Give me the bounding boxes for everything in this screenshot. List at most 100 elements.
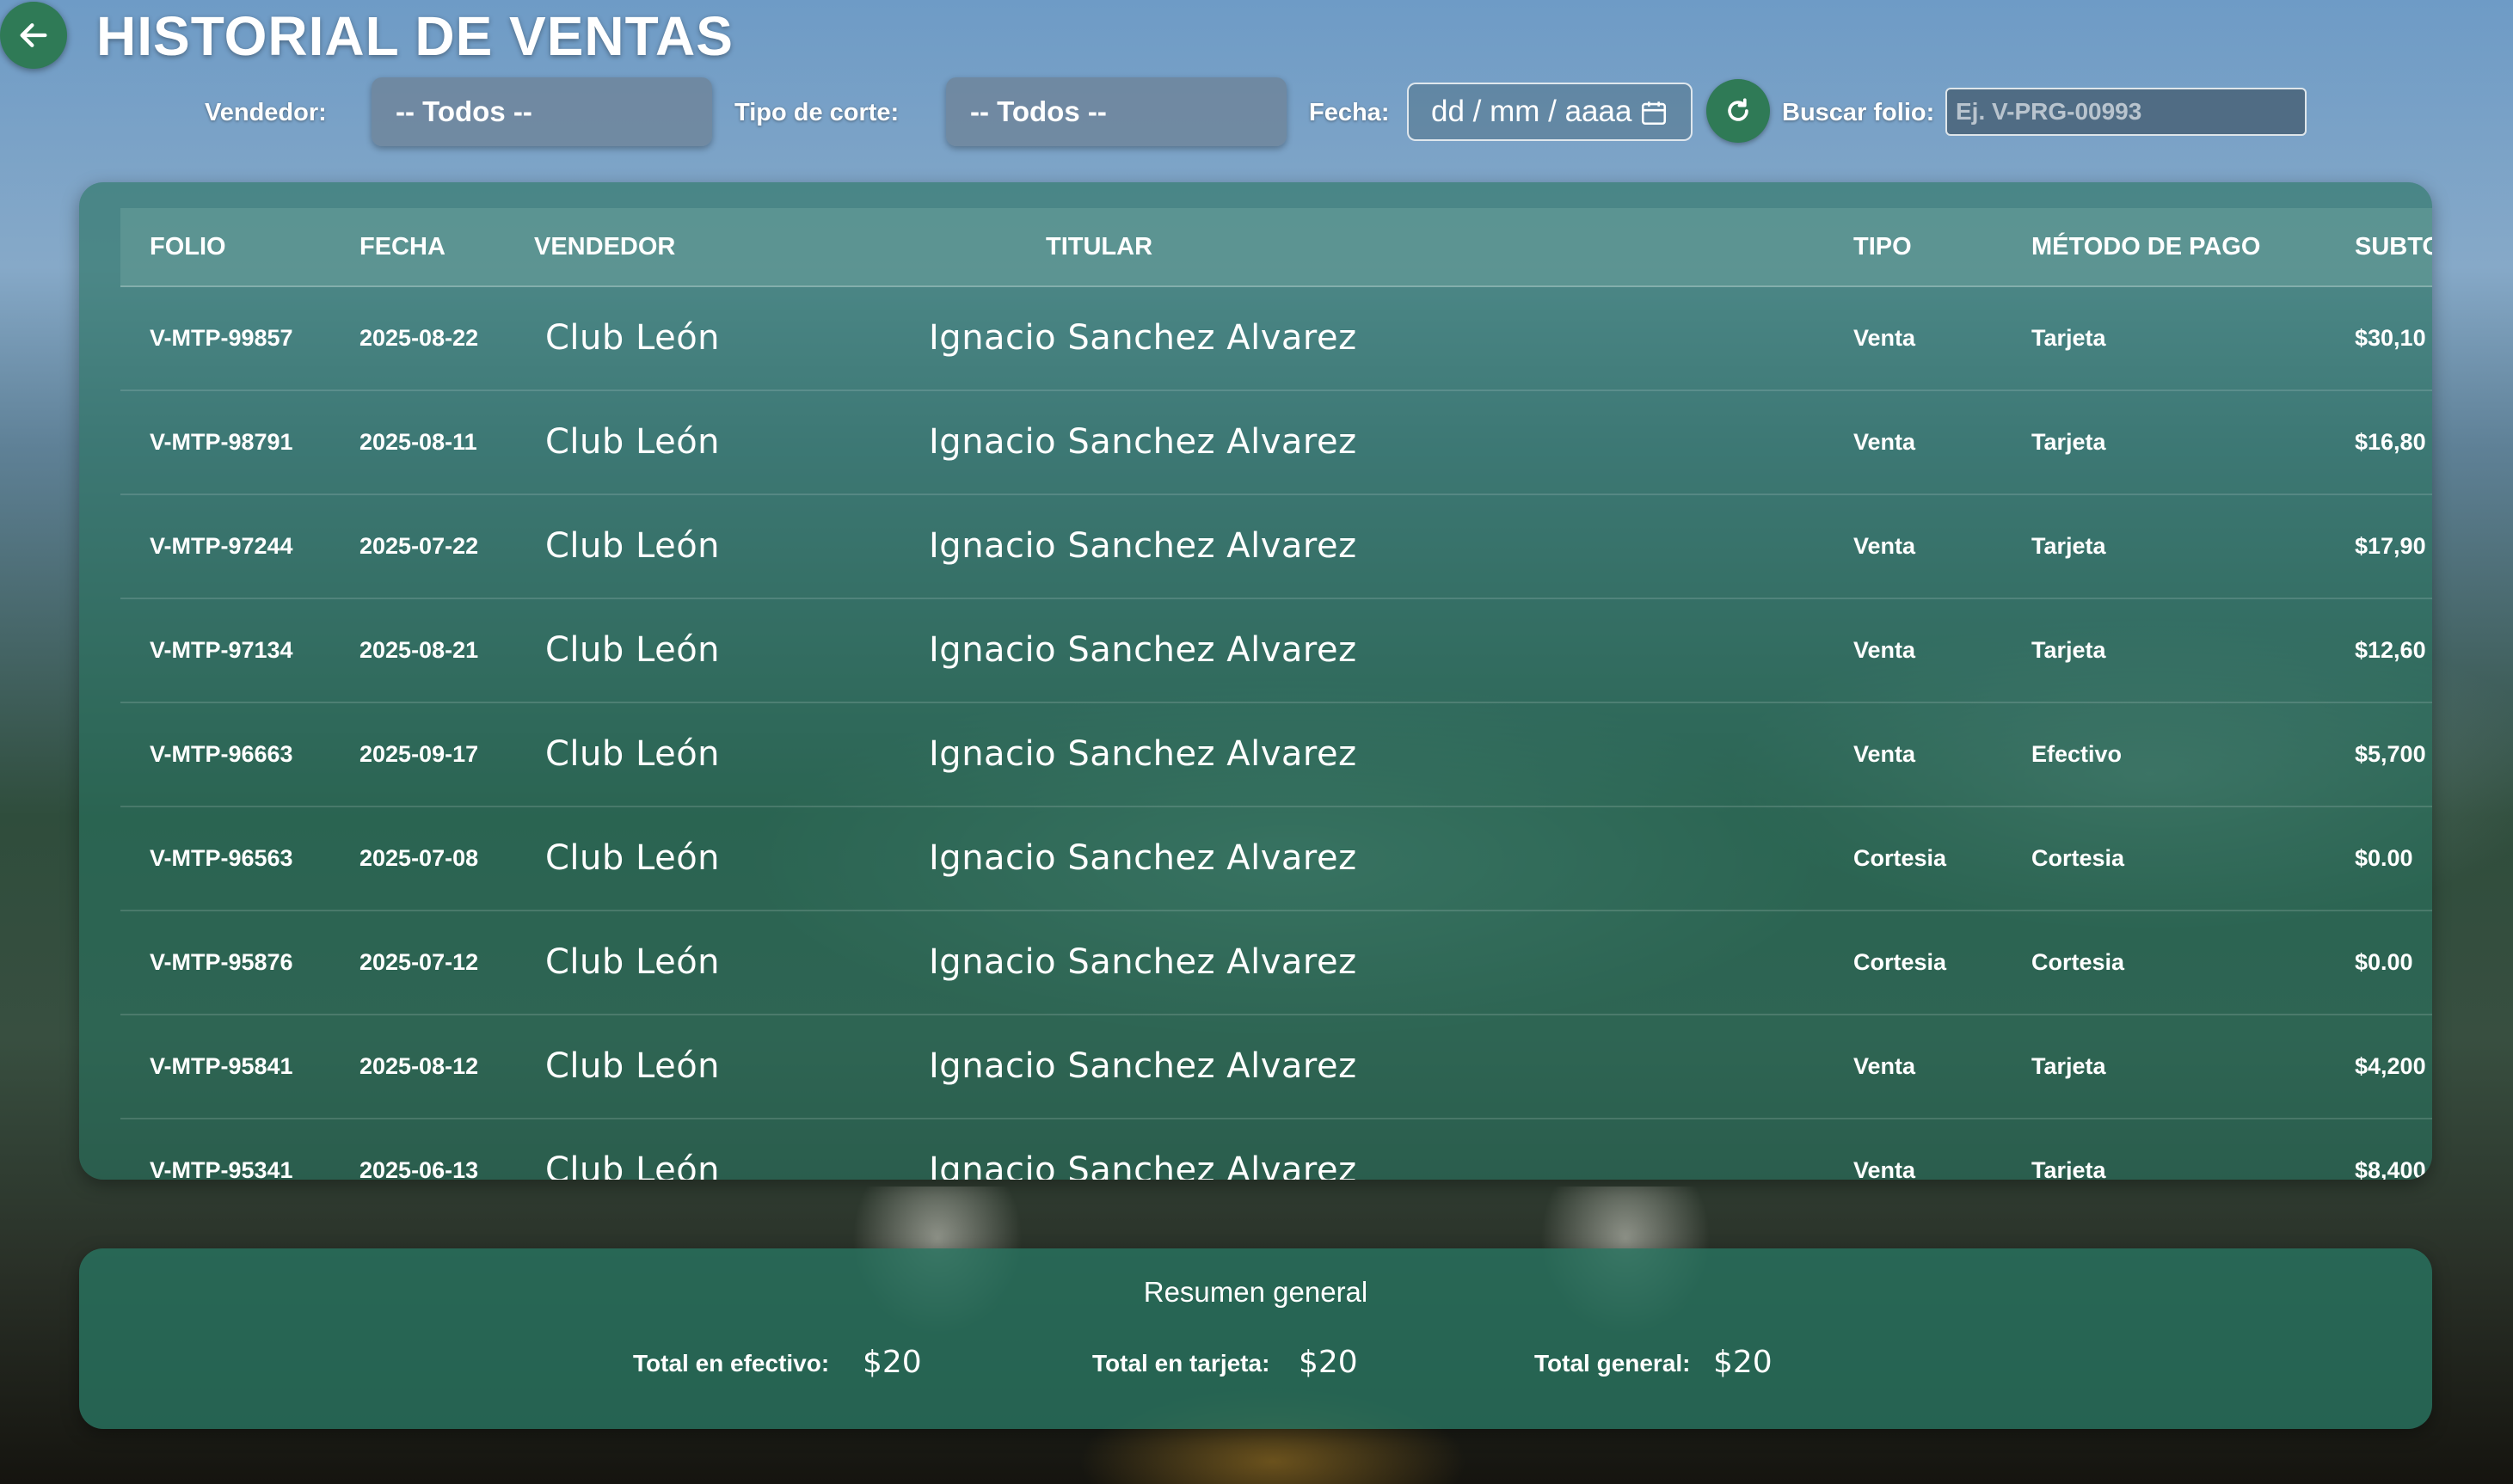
cell-tipo: Venta	[1853, 429, 1916, 455]
column-header-vendedor[interactable]: VENDEDOR	[534, 208, 675, 285]
cell-fecha: 2025-06-13	[359, 1157, 479, 1180]
cell-metodo-pago: Tarjeta	[2031, 533, 2106, 559]
cell-fecha: 2025-07-08	[359, 845, 479, 871]
cell-metodo-pago: Tarjeta	[2031, 325, 2106, 351]
cell-fecha: 2025-08-21	[359, 637, 479, 663]
column-header-tipo[interactable]: TIPO	[1853, 208, 1912, 285]
sales-table-panel: FOLIO FECHA VENDEDOR TITULAR TIPO MÉTODO…	[79, 182, 2432, 1180]
tipo-corte-select-value: -- Todos --	[970, 95, 1107, 127]
cell-titular: Ignacio Sanchez Alvarez	[929, 838, 1357, 878]
cell-folio: V-MTP-95841	[150, 1053, 293, 1079]
cell-folio: V-MTP-95876	[150, 949, 293, 975]
cell-subtotal: $17,90	[2355, 533, 2426, 559]
cell-metodo-pago: Tarjeta	[2031, 1053, 2106, 1079]
total-efectivo-label: Total en efectivo:	[633, 1350, 830, 1377]
cell-subtotal: $30,10	[2355, 325, 2426, 351]
table-row[interactable]: V-MTP-99857 2025-08-22 Club León Ignacio…	[120, 287, 2432, 391]
total-general-label: Total general:	[1534, 1350, 1691, 1377]
refresh-button[interactable]	[1706, 79, 1770, 143]
cell-subtotal: $4,200	[2355, 1053, 2426, 1079]
table-row[interactable]: V-MTP-95341 2025-06-13 Club León Ignacio…	[120, 1119, 2432, 1180]
column-header-metodo-pago[interactable]: MÉTODO DE PAGO	[2031, 208, 2260, 285]
table-row[interactable]: V-MTP-98791 2025-08-11 Club León Ignacio…	[120, 391, 2432, 495]
cell-folio: V-MTP-95341	[150, 1157, 293, 1180]
summary-panel: Resumen general Total en efectivo: $20 T…	[79, 1248, 2432, 1429]
cell-tipo: Cortesia	[1853, 949, 1947, 975]
table-row[interactable]: V-MTP-97244 2025-07-22 Club León Ignacio…	[120, 495, 2432, 599]
cell-subtotal: $12,60	[2355, 637, 2426, 663]
cell-folio: V-MTP-99857	[150, 325, 293, 351]
sales-table: FOLIO FECHA VENDEDOR TITULAR TIPO MÉTODO…	[120, 208, 2432, 1180]
table-row[interactable]: V-MTP-97134 2025-08-21 Club León Ignacio…	[120, 599, 2432, 703]
cell-titular: Ignacio Sanchez Alvarez	[929, 318, 1357, 358]
column-header-subtotal[interactable]: SUBTO	[2355, 208, 2432, 285]
vendedor-label: Vendedor:	[205, 99, 327, 126]
cell-metodo-pago: Cortesia	[2031, 845, 2125, 871]
cell-subtotal: $5,700	[2355, 741, 2426, 767]
vendedor-select[interactable]: -- Todos --	[372, 77, 712, 146]
cell-fecha: 2025-07-22	[359, 533, 479, 559]
cell-metodo-pago: Cortesia	[2031, 949, 2125, 975]
table-row[interactable]: V-MTP-95841 2025-08-12 Club León Ignacio…	[120, 1015, 2432, 1119]
cell-tipo: Venta	[1853, 741, 1916, 767]
table-row[interactable]: V-MTP-96563 2025-07-08 Club León Ignacio…	[120, 807, 2432, 911]
total-efectivo-value: $20	[863, 1345, 922, 1380]
cell-folio: V-MTP-96563	[150, 845, 293, 871]
cell-titular: Ignacio Sanchez Alvarez	[929, 422, 1357, 462]
cell-titular: Ignacio Sanchez Alvarez	[929, 1046, 1357, 1086]
cell-folio: V-MTP-98791	[150, 429, 293, 455]
cell-tipo: Venta	[1853, 1157, 1916, 1180]
cell-fecha: 2025-08-12	[359, 1053, 479, 1079]
vendedor-select-value: -- Todos --	[396, 95, 532, 127]
cell-vendedor: Club León	[545, 1046, 721, 1086]
cell-vendedor: Club León	[545, 422, 721, 462]
back-button[interactable]	[0, 2, 67, 69]
cell-vendedor: Club León	[545, 526, 721, 566]
cell-subtotal: $8,400	[2355, 1157, 2426, 1180]
cell-folio: V-MTP-97244	[150, 533, 293, 559]
tipo-corte-label: Tipo de corte:	[734, 99, 900, 126]
cell-vendedor: Club León	[545, 838, 721, 878]
cell-vendedor: Club León	[545, 630, 721, 670]
cell-tipo: Venta	[1853, 637, 1916, 663]
cell-metodo-pago: Tarjeta	[2031, 637, 2106, 663]
cell-folio: V-MTP-96663	[150, 741, 293, 767]
cell-titular: Ignacio Sanchez Alvarez	[929, 526, 1357, 566]
table-header: FOLIO FECHA VENDEDOR TITULAR TIPO MÉTODO…	[120, 208, 2432, 287]
buscar-folio-input[interactable]	[1945, 88, 2307, 136]
cell-vendedor: Club León	[545, 318, 721, 358]
arrow-left-icon	[20, 23, 47, 47]
cell-tipo: Venta	[1853, 533, 1916, 559]
tipo-corte-select[interactable]: -- Todos --	[946, 77, 1287, 146]
cell-subtotal: $0.00	[2355, 949, 2413, 975]
cell-fecha: 2025-08-22	[359, 325, 479, 351]
total-general-value: $20	[1713, 1345, 1773, 1380]
cell-subtotal: $0.00	[2355, 845, 2413, 871]
cell-vendedor: Club León	[545, 942, 721, 982]
page-title: HISTORIAL DE VENTAS	[96, 5, 734, 67]
summary-title: Resumen general	[1143, 1276, 1368, 1308]
column-header-folio[interactable]: FOLIO	[150, 208, 226, 285]
cell-metodo-pago: Tarjeta	[2031, 1157, 2106, 1180]
refresh-icon	[1728, 98, 1748, 121]
cell-folio: V-MTP-97134	[150, 637, 293, 663]
column-header-titular[interactable]: TITULAR	[1046, 208, 1152, 285]
cell-titular: Ignacio Sanchez Alvarez	[929, 1150, 1357, 1180]
cell-tipo: Venta	[1853, 1053, 1916, 1079]
total-tarjeta-label: Total en tarjeta:	[1092, 1350, 1270, 1377]
column-header-fecha[interactable]: FECHA	[359, 208, 445, 285]
cell-subtotal: $16,80	[2355, 429, 2426, 455]
cell-metodo-pago: Efectivo	[2031, 741, 2123, 767]
calendar-icon[interactable]	[1639, 98, 1668, 127]
cell-tipo: Venta	[1853, 325, 1916, 351]
cell-titular: Ignacio Sanchez Alvarez	[929, 734, 1357, 774]
cell-titular: Ignacio Sanchez Alvarez	[929, 630, 1357, 670]
cell-tipo: Cortesia	[1853, 845, 1947, 871]
table-row[interactable]: V-MTP-96663 2025-09-17 Club León Ignacio…	[120, 703, 2432, 807]
cell-fecha: 2025-08-11	[359, 429, 477, 455]
cell-metodo-pago: Tarjeta	[2031, 429, 2106, 455]
cell-vendedor: Club León	[545, 1150, 721, 1180]
fecha-input[interactable]: dd / mm / aaaa	[1407, 83, 1693, 141]
cell-titular: Ignacio Sanchez Alvarez	[929, 942, 1357, 982]
table-row[interactable]: V-MTP-95876 2025-07-12 Club León Ignacio…	[120, 911, 2432, 1015]
